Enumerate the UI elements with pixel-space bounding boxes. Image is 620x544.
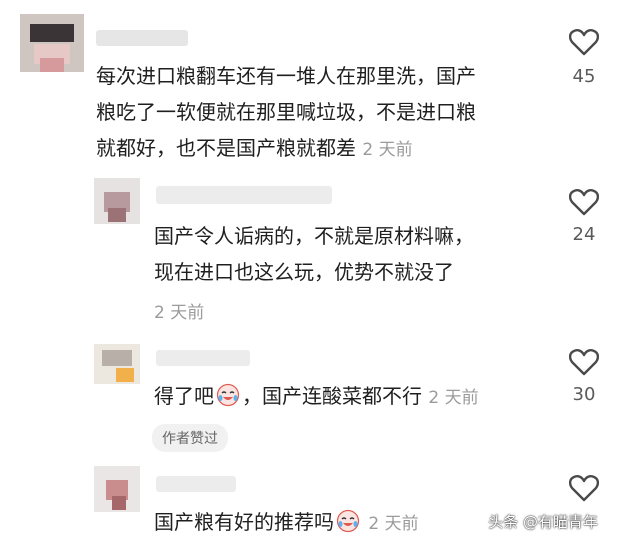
comment-time: 2 天前 (368, 514, 419, 534)
comment-text: 国产令人诟病的，不就是原材料嘛， 现在进口也这么玩，优势不就没了 (154, 224, 474, 284)
like-count: 24 (572, 224, 596, 245)
author-liked-badge: 作者赞过 (152, 424, 228, 452)
comment-text: 每次进口粮翻车还有一堆人在那里洗，国产 粮吃了一软便就在那里喊垃圾，不是进口粮 … (96, 64, 476, 160)
avatar[interactable] (20, 14, 84, 72)
avatar[interactable] (94, 344, 140, 384)
crying-laughing-emoji-icon (216, 382, 240, 407)
avatar[interactable] (94, 466, 140, 512)
like-count: 45 (572, 66, 596, 87)
like-button[interactable] (564, 348, 604, 376)
heart-outline-icon (569, 189, 599, 216)
like-count: 30 (572, 384, 596, 405)
comment-time: 2 天前 (362, 140, 413, 160)
heart-outline-icon (569, 475, 599, 502)
heart-outline-icon (569, 29, 599, 56)
avatar[interactable] (94, 178, 140, 224)
like-button[interactable] (564, 28, 604, 56)
comment-time: 2 天前 (428, 388, 479, 408)
username-blurred[interactable] (96, 30, 188, 46)
watermark: 头条 @有瞄青年 (488, 513, 598, 531)
comment-time: 2 天前 (154, 303, 205, 323)
username-blurred[interactable] (156, 350, 250, 366)
crying-laughing-emoji-icon (336, 508, 360, 533)
username-blurred[interactable] (156, 186, 332, 204)
like-button[interactable] (564, 188, 604, 216)
comment-text: 得了吧 ，国产连酸菜都不行 2 天前 (154, 382, 479, 408)
heart-outline-icon (569, 349, 599, 376)
comment-text: 国产粮有好的推荐吗 2 天前 (154, 508, 419, 534)
like-button[interactable] (564, 474, 604, 502)
username-blurred[interactable] (156, 476, 236, 492)
